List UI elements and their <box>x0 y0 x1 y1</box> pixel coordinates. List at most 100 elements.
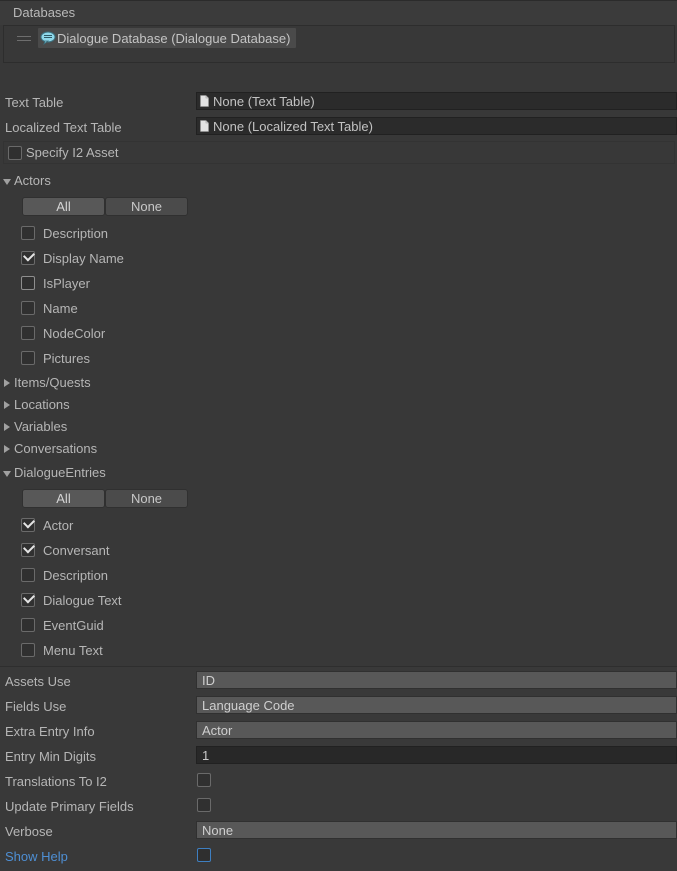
databases-header-label: Databases <box>13 5 76 20</box>
checkbox[interactable] <box>21 541 36 557</box>
foldout-locations[interactable]: Locations <box>0 395 677 417</box>
foldout-variables-label: Variables <box>14 419 68 434</box>
actors-select-buttons: All None <box>0 197 677 217</box>
foldout-dialogue-entries-label: DialogueEntries <box>14 465 106 480</box>
update-primary-fields-label: Update Primary Fields <box>5 799 134 814</box>
fields-use-label: Fields Use <box>5 699 67 714</box>
text-table-object-field[interactable]: None (Text Table) <box>196 92 677 110</box>
dialogue-bubble-icon <box>40 31 56 46</box>
assets-use-dropdown[interactable]: ID <box>196 671 677 689</box>
translations-to-i2-checkbox[interactable] <box>197 773 211 787</box>
dialogue-entries-field-conversant[interactable]: Conversant <box>0 538 677 563</box>
dialogue-entries-field-eventguid[interactable]: EventGuid <box>0 613 677 638</box>
actors-field-nodecolor[interactable]: NodeColor <box>0 321 677 346</box>
row-show-help: Show Help <box>0 846 677 867</box>
extra-entry-info-dropdown[interactable]: Actor <box>196 721 677 739</box>
checkbox[interactable] <box>21 326 35 340</box>
databases-header: Databases <box>0 0 677 25</box>
dialogue-entries-field-description[interactable]: Description <box>0 563 677 588</box>
document-icon <box>200 95 209 107</box>
foldout-items-quests-label: Items/Quests <box>14 375 91 390</box>
extra-entry-info-label: Extra Entry Info <box>5 724 95 739</box>
actors-field-isplayer[interactable]: IsPlayer <box>0 271 677 296</box>
databases-listbox[interactable]: Dialogue Database (Dialogue Database) <box>3 25 675 63</box>
checkbox[interactable] <box>21 249 36 265</box>
chevron-down-icon <box>3 179 11 185</box>
drag-handle-icon[interactable] <box>17 36 31 43</box>
text-table-label: Text Table <box>5 95 64 110</box>
row-update-primary-fields: Update Primary Fields <box>0 796 677 817</box>
list-item[interactable]: Dialogue Database (Dialogue Database) <box>5 27 673 49</box>
field-label: Name <box>43 301 78 316</box>
dialogue-entries-none-button[interactable]: None <box>105 489 188 508</box>
update-primary-fields-checkbox[interactable] <box>197 798 211 812</box>
checkbox[interactable] <box>21 226 35 240</box>
chevron-right-icon <box>4 401 10 409</box>
foldout-actors[interactable]: Actors <box>0 171 677 193</box>
specify-i2-asset-label: Specify I2 Asset <box>26 145 119 160</box>
foldout-items-quests[interactable]: Items/Quests <box>0 373 677 395</box>
dialogue-entries-field-dialogue-text[interactable]: Dialogue Text <box>0 588 677 613</box>
entry-min-digits-value: 1 <box>202 747 210 763</box>
row-translations-to-i2: Translations To I2 <box>0 771 677 792</box>
localized-text-table-label: Localized Text Table <box>5 120 122 135</box>
show-help-checkbox[interactable] <box>197 848 211 862</box>
chevron-right-icon <box>4 445 10 453</box>
foldout-conversations-label: Conversations <box>14 441 98 456</box>
chevron-down-icon <box>3 471 11 477</box>
extra-entry-info-value: Actor <box>202 722 233 738</box>
verbose-value: None <box>202 822 234 838</box>
checkbox[interactable] <box>21 276 35 290</box>
inspector-panel: Databases Dialogue Database (Dialogue Da… <box>0 0 677 871</box>
fields-use-dropdown[interactable]: Language Code <box>196 696 677 714</box>
verbose-dropdown[interactable]: None <box>196 821 677 839</box>
actors-none-button[interactable]: None <box>105 197 188 216</box>
dialogue-entries-all-button[interactable]: All <box>22 489 105 508</box>
entry-min-digits-label: Entry Min Digits <box>5 749 97 764</box>
entry-min-digits-input[interactable]: 1 <box>196 746 677 764</box>
checkbox[interactable] <box>21 351 35 365</box>
checkbox[interactable] <box>21 516 36 532</box>
field-label: Description <box>43 568 109 583</box>
assets-use-label: Assets Use <box>5 674 71 689</box>
verbose-label: Verbose <box>5 824 53 839</box>
field-label: Menu Text <box>43 643 103 658</box>
field-label: NodeColor <box>43 326 106 341</box>
field-label: Description <box>43 226 109 241</box>
checkbox[interactable] <box>21 568 35 582</box>
checkbox[interactable] <box>21 591 36 607</box>
checkbox[interactable] <box>21 643 35 657</box>
row-verbose: Verbose None <box>0 821 677 842</box>
foldout-dialogue-entries[interactable]: DialogueEntries <box>0 463 677 485</box>
field-label: Dialogue Text <box>43 593 122 608</box>
dialogue-database-label: Dialogue Database (Dialogue Database) <box>57 30 291 46</box>
document-icon <box>200 120 209 132</box>
specify-i2-asset-checkbox[interactable] <box>8 146 22 160</box>
foldout-variables[interactable]: Variables <box>0 417 677 439</box>
actors-field-name[interactable]: Name <box>0 296 677 321</box>
field-label: Actor <box>43 518 74 533</box>
assets-use-value: ID <box>202 672 215 688</box>
dialogue-database-chip[interactable]: Dialogue Database (Dialogue Database) <box>38 28 297 48</box>
show-help-link[interactable]: Show Help <box>5 849 68 864</box>
row-localized-text-table: Localized Text Table None (Localized Tex… <box>0 117 677 138</box>
row-fields-use: Fields Use Language Code <box>0 696 677 717</box>
actors-field-pictures[interactable]: Pictures <box>0 346 677 371</box>
row-assets-use: Assets Use ID <box>0 671 677 692</box>
fields-use-value: Language Code <box>202 697 295 713</box>
dialogue-entries-field-menu-text[interactable]: Menu Text <box>0 638 677 663</box>
foldout-locations-label: Locations <box>14 397 70 412</box>
actors-field-display-name[interactable]: Display Name <box>0 246 677 271</box>
actors-all-button[interactable]: All <box>22 197 105 216</box>
localized-text-table-value: None (Localized Text Table) <box>213 118 373 134</box>
field-label: Conversant <box>43 543 110 558</box>
row-specify-i2-asset[interactable]: Specify I2 Asset <box>0 143 677 164</box>
checkbox[interactable] <box>21 301 35 315</box>
row-extra-entry-info: Extra Entry Info Actor <box>0 721 677 742</box>
actors-field-description[interactable]: Description <box>0 221 677 246</box>
foldout-conversations[interactable]: Conversations <box>0 439 677 461</box>
dialogue-entries-select-buttons: All None <box>0 489 677 509</box>
checkbox[interactable] <box>21 618 35 632</box>
localized-text-table-object-field[interactable]: None (Localized Text Table) <box>196 117 677 135</box>
dialogue-entries-field-actor[interactable]: Actor <box>0 513 677 538</box>
